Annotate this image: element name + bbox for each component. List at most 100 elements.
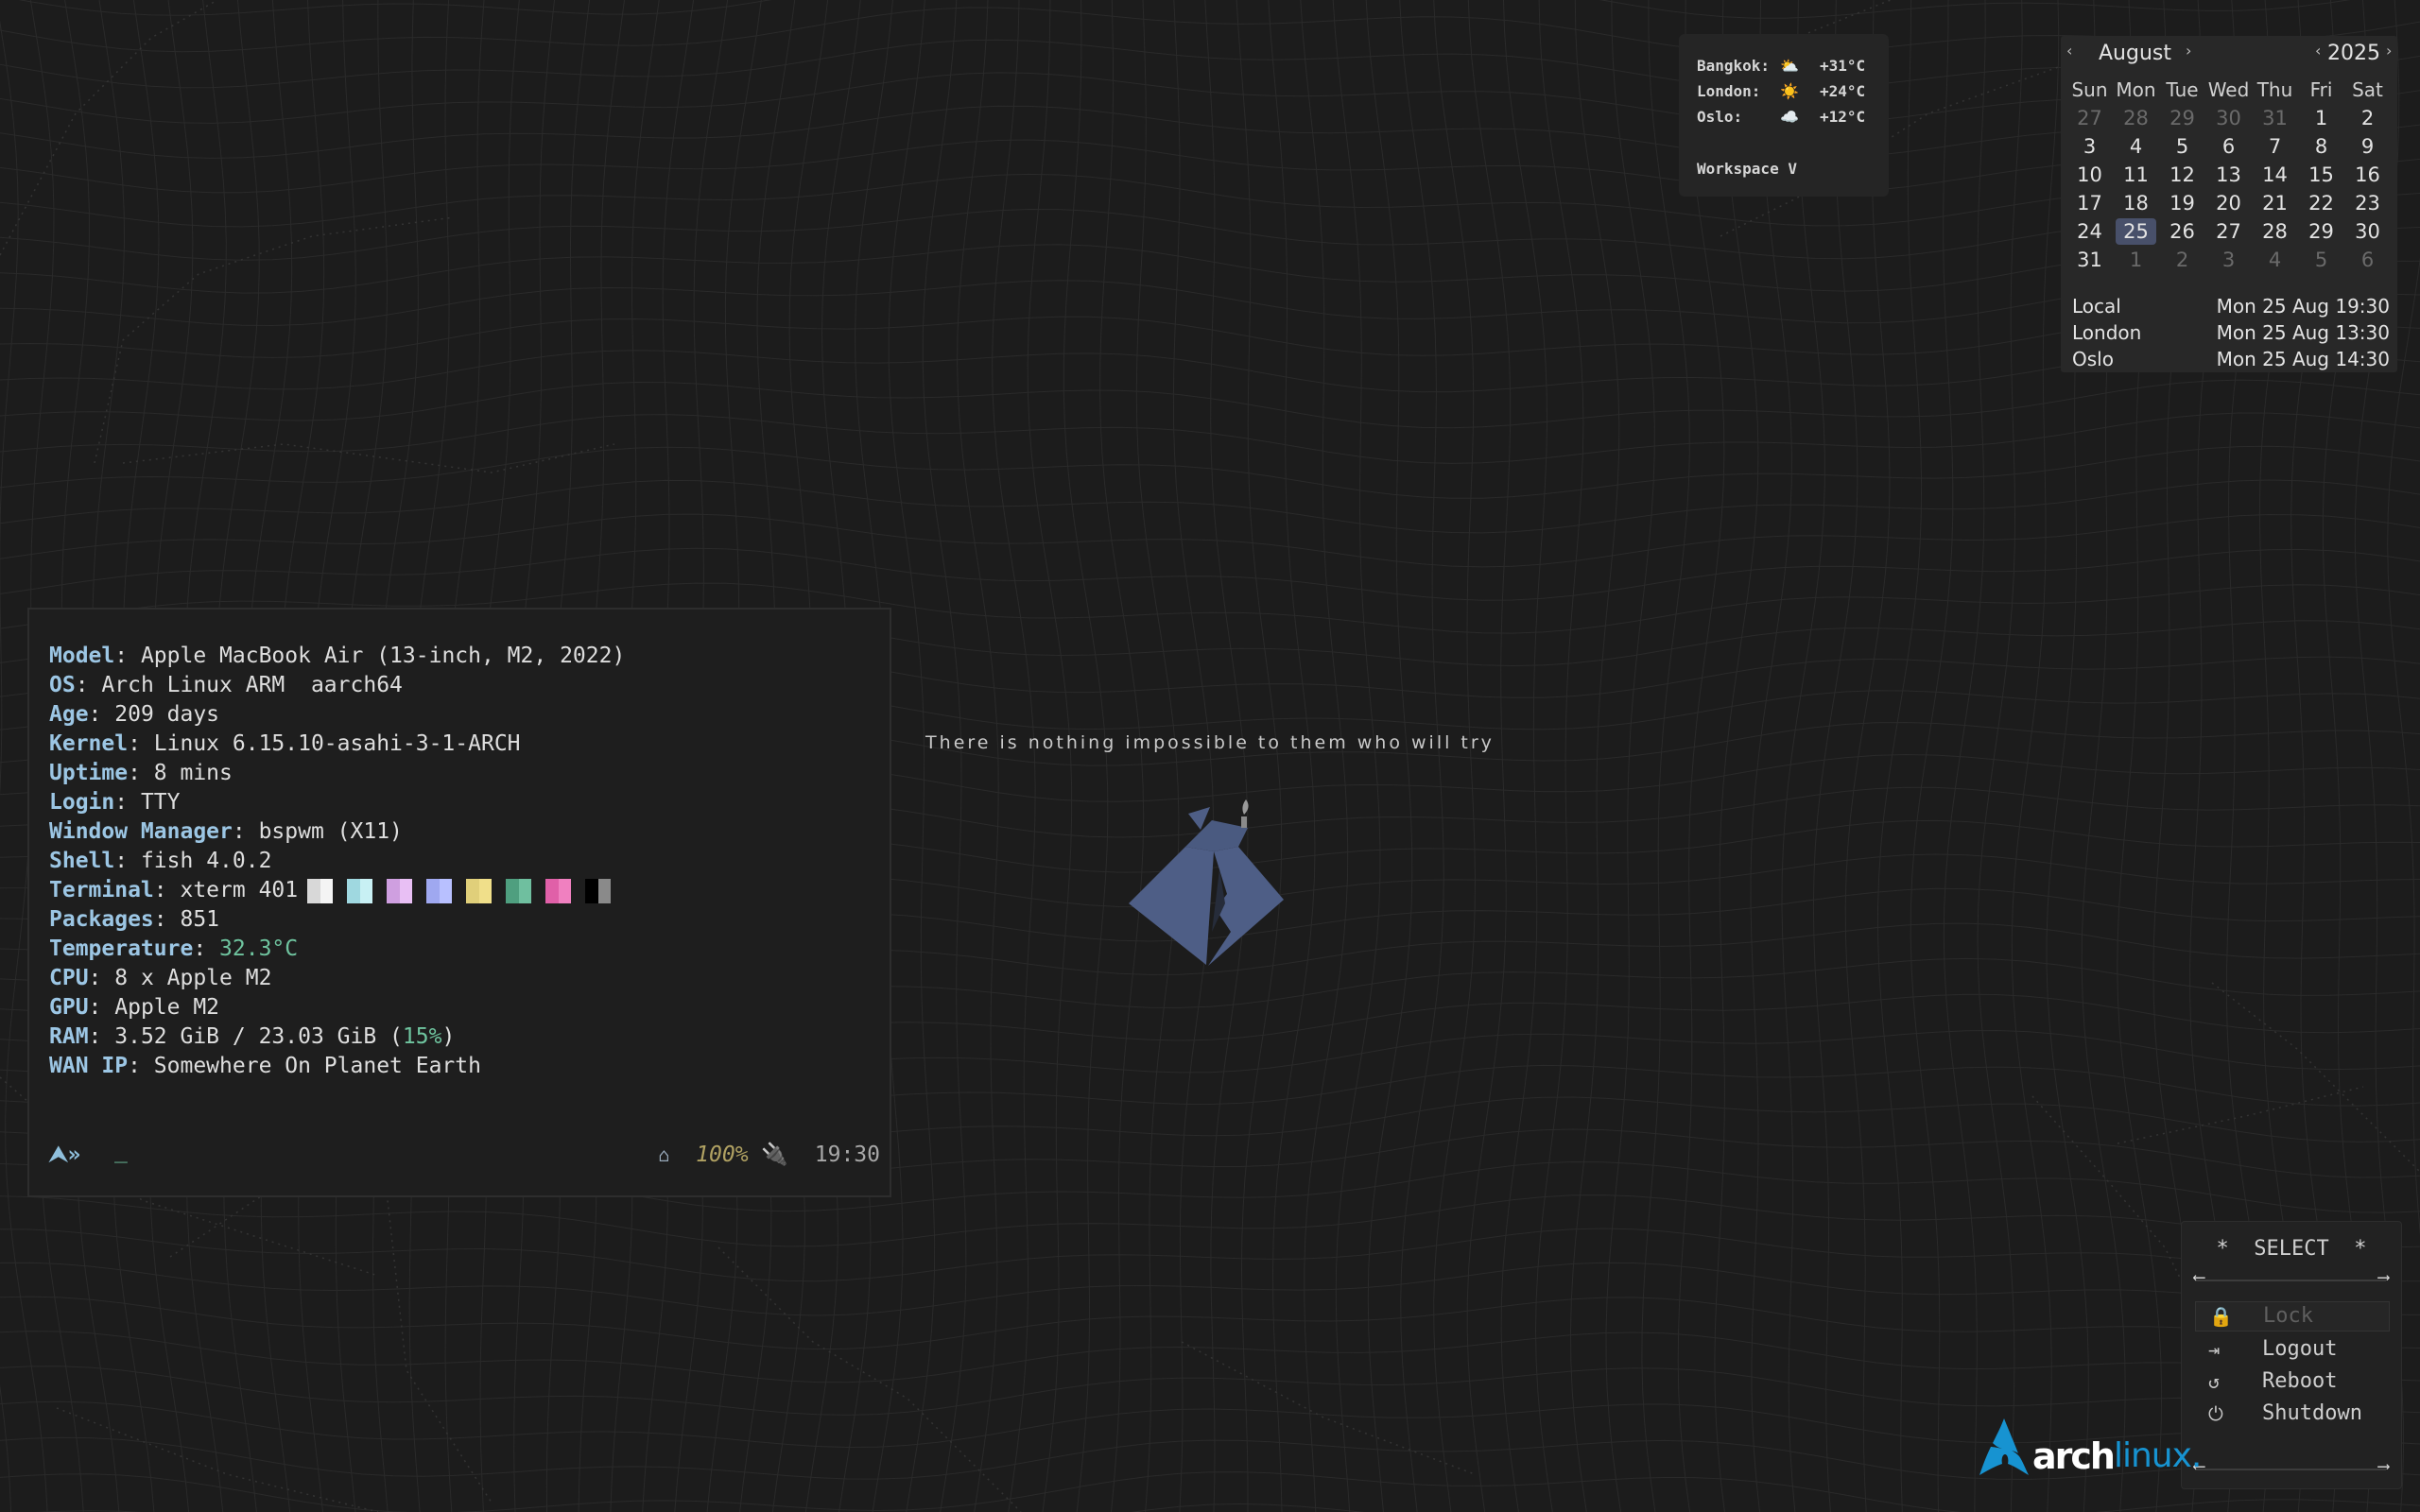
color-swatch bbox=[347, 878, 373, 903]
info-line: Uptime: 8 mins bbox=[49, 761, 233, 785]
calendar-day[interactable]: 30 bbox=[2205, 104, 2252, 132]
calendar-day[interactable]: 5 bbox=[2159, 132, 2205, 161]
calendar-day[interactable]: 24 bbox=[2066, 217, 2113, 246]
color-swatch bbox=[387, 878, 413, 903]
calendar-day[interactable]: 31 bbox=[2252, 104, 2298, 132]
calendar-day-today[interactable]: 25 bbox=[2116, 218, 2156, 245]
calendar-day[interactable]: 31 bbox=[2066, 246, 2113, 274]
color-swatch bbox=[307, 878, 334, 903]
color-palette bbox=[307, 878, 625, 903]
color-swatch bbox=[506, 878, 532, 903]
weekday-header: Mon bbox=[2116, 78, 2156, 101]
arrow-right-icon[interactable]: ⟶ bbox=[2378, 1456, 2389, 1476]
calendar-day[interactable]: 5 bbox=[2298, 246, 2344, 274]
clock-row: London Mon 25 Aug 13:30 bbox=[2072, 319, 2390, 346]
calendar-day[interactable]: 29 bbox=[2159, 104, 2205, 132]
calendar-day[interactable]: 13 bbox=[2205, 161, 2252, 189]
weekday-header: Fri bbox=[2309, 78, 2333, 101]
power-option-shutdown[interactable]: ⏻ Shutdown bbox=[2195, 1398, 2390, 1430]
info-value: fish 4.0.2 bbox=[140, 849, 272, 873]
calendar-day[interactable]: 14 bbox=[2252, 161, 2298, 189]
fastfetch-output: Model: Apple MacBook Air (13-inch, M2, 2… bbox=[49, 642, 625, 1081]
info-line: Shell: fish 4.0.2 bbox=[49, 849, 272, 873]
calendar-day[interactable]: 23 bbox=[2344, 189, 2391, 217]
color-swatch bbox=[426, 878, 453, 903]
calendar-day[interactable]: 4 bbox=[2113, 132, 2159, 161]
info-suffix: ) bbox=[441, 1024, 456, 1049]
calendar-day[interactable]: 8 bbox=[2298, 132, 2344, 161]
calendar-day[interactable]: 16 bbox=[2344, 161, 2391, 189]
info-value: Somewhere On Planet Earth bbox=[153, 1054, 481, 1078]
calendar-day[interactable]: 22 bbox=[2298, 189, 2344, 217]
info-key: Shell bbox=[49, 849, 115, 873]
calendar-day[interactable]: 3 bbox=[2066, 132, 2113, 161]
info-key: RAM bbox=[49, 1024, 89, 1049]
calendar-day[interactable]: 12 bbox=[2159, 161, 2205, 189]
weather-city: London: bbox=[1697, 82, 1761, 100]
divider bbox=[2195, 1280, 2386, 1281]
calendar-day[interactable]: 27 bbox=[2066, 104, 2113, 132]
calendar-widget: ‹ August › ‹ 2025 › Sun Mon Tue Wed Thu Fri Sa… bbox=[2061, 36, 2397, 372]
calendar-day[interactable]: 6 bbox=[2344, 246, 2391, 274]
calendar-day[interactable]: 20 bbox=[2205, 189, 2252, 217]
calendar-day[interactable]: 18 bbox=[2113, 189, 2159, 217]
calendar-day[interactable]: 28 bbox=[2113, 104, 2159, 132]
calendar-day[interactable]: 15 bbox=[2298, 161, 2344, 189]
power-option-logout[interactable]: ⇥ Logout bbox=[2195, 1333, 2390, 1366]
calendar-day[interactable]: 28 bbox=[2252, 217, 2298, 246]
partly-cloudy-icon: ⛅ bbox=[1780, 57, 1799, 75]
color-swatch bbox=[585, 878, 612, 903]
info-value: 8 mins bbox=[153, 761, 233, 785]
power-icon: ⏻ bbox=[2208, 1402, 2223, 1425]
weekday-header: Wed bbox=[2207, 78, 2250, 101]
next-month-button[interactable]: › bbox=[2186, 42, 2191, 60]
reboot-icon: ↺ bbox=[2208, 1370, 2221, 1393]
calendar-day[interactable]: 3 bbox=[2205, 246, 2252, 274]
calendar-day[interactable]: 29 bbox=[2298, 217, 2344, 246]
clock-row: Local Mon 25 Aug 19:30 bbox=[2072, 293, 2390, 319]
weather-city: Oslo: bbox=[1697, 108, 1743, 126]
calendar-day[interactable]: 21 bbox=[2252, 189, 2298, 217]
calendar-day[interactable]: 11 bbox=[2113, 161, 2159, 189]
calendar-year: 2025 bbox=[2327, 42, 2380, 65]
shell-prompt: ⮝» bbox=[49, 1143, 81, 1167]
calendar-day[interactable]: 30 bbox=[2344, 217, 2391, 246]
calendar-day[interactable]: 19 bbox=[2159, 189, 2205, 217]
weather-row: Bangkok: ⛅ +31°C bbox=[1697, 53, 1889, 78]
calendar-day[interactable]: 1 bbox=[2298, 104, 2344, 132]
arch-pyramid-logo bbox=[1129, 799, 1284, 966]
calendar-day[interactable]: 10 bbox=[2066, 161, 2113, 189]
terminal-window[interactable]: Model: Apple MacBook Air (13-inch, M2, 2… bbox=[27, 608, 891, 1197]
workspace-label: Workspace V bbox=[1697, 160, 1797, 178]
calendar-day[interactable]: 26 bbox=[2159, 217, 2205, 246]
power-option-reboot[interactable]: ↺ Reboot bbox=[2195, 1366, 2390, 1398]
next-year-button[interactable]: › bbox=[2386, 42, 2392, 60]
info-value: 851 bbox=[180, 907, 220, 932]
power-option-label: Logout bbox=[2262, 1337, 2338, 1361]
calendar-day[interactable]: 1 bbox=[2113, 246, 2159, 274]
info-key: Packages bbox=[49, 907, 154, 932]
sun-icon: ☀️ bbox=[1780, 82, 1799, 100]
info-key: OS bbox=[49, 673, 76, 697]
calendar-day[interactable]: 27 bbox=[2205, 217, 2252, 246]
calendar-day[interactable]: 2 bbox=[2159, 246, 2205, 274]
info-key: Age bbox=[49, 702, 89, 727]
info-key: Kernel bbox=[49, 731, 129, 756]
calendar-header: ‹ August › ‹ 2025 › bbox=[2061, 36, 2397, 74]
calendar-day[interactable]: 2 bbox=[2344, 104, 2391, 132]
weekday-header: Sun bbox=[2071, 78, 2108, 101]
calendar-day[interactable]: 17 bbox=[2066, 189, 2113, 217]
prev-month-button[interactable]: ‹ bbox=[2066, 42, 2072, 60]
info-key: GPU bbox=[49, 995, 89, 1020]
info-value: TTY bbox=[140, 790, 181, 815]
calendar-day[interactable]: 7 bbox=[2252, 132, 2298, 161]
info-highlight: 15% bbox=[402, 1024, 442, 1049]
calendar-day[interactable]: 4 bbox=[2252, 246, 2298, 274]
calendar-day[interactable]: 6 bbox=[2205, 132, 2252, 161]
arrow-right-icon[interactable]: ⟶ bbox=[2378, 1267, 2389, 1287]
clock-time: Mon 25 Aug 14:30 bbox=[2216, 348, 2390, 370]
prev-year-button[interactable]: ‹ bbox=[2315, 42, 2321, 60]
power-option-lock[interactable]: 🔒 Lock bbox=[2195, 1301, 2390, 1332]
calendar-day[interactable]: 9 bbox=[2344, 132, 2391, 161]
arrow-left-icon[interactable]: ⟵ bbox=[2194, 1267, 2204, 1287]
